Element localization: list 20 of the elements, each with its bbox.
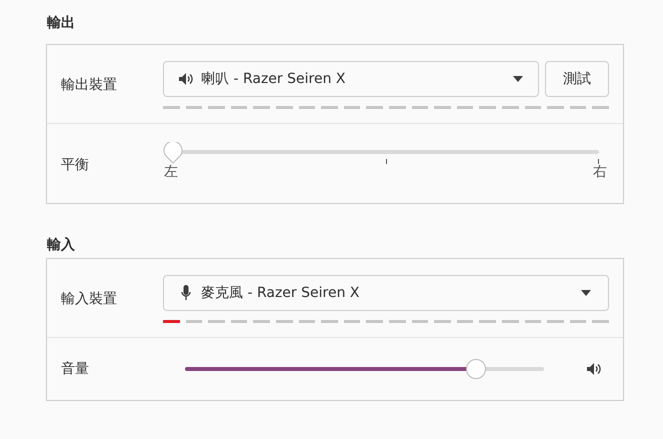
row-label: 輸出裝置 (60, 76, 118, 95)
speaker-icon (179, 73, 193, 85)
test-button[interactable]: 測試 (545, 61, 609, 97)
tick-label: 右 (593, 164, 607, 180)
slider-thumb[interactable] (163, 142, 183, 164)
row-label: 平衡 (60, 156, 90, 175)
dropdown-value: 麥克風 - Razer Seiren X (201, 284, 360, 302)
device-dropdown[interactable]: 麥克風 - Razer Seiren X (163, 275, 609, 311)
dropdown-value: 喇叭 - Razer Seiren X (201, 70, 346, 88)
speaker-icon (586, 363, 600, 375)
caret-icon (513, 76, 523, 82)
tick-label: 左 (164, 164, 178, 180)
row-label: 輸入裝置 (60, 290, 118, 309)
section-title: 輸入 (47, 236, 76, 255)
slider-thumb[interactable] (466, 359, 486, 379)
row-label: 音量 (60, 360, 90, 378)
caret-icon (581, 290, 591, 296)
microphone-icon (181, 285, 191, 301)
device-dropdown[interactable]: 喇叭 - Razer Seiren X (163, 61, 539, 97)
section-title: 輸出 (47, 14, 76, 33)
